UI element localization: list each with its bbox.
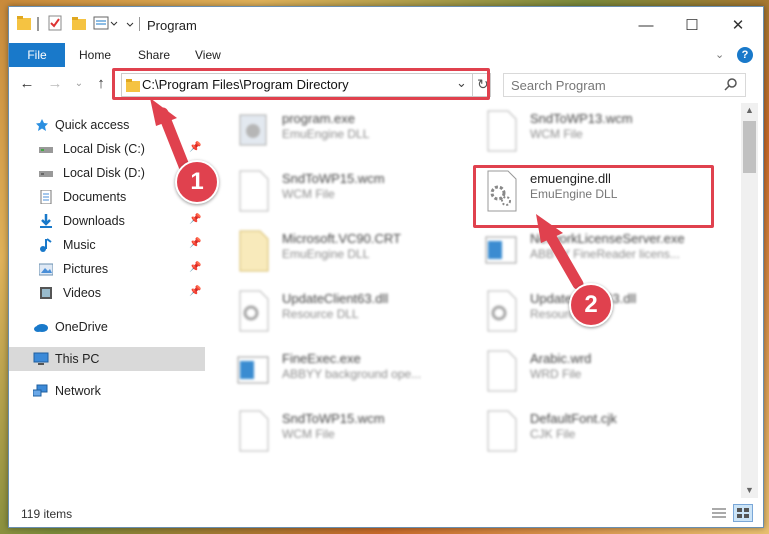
arrow-1-head [150,98,177,126]
arrows-overlay [150,98,584,290]
step-badge-1: 1 [175,160,219,204]
arrow-2 [542,226,584,290]
arrow-2-head [536,214,563,243]
step-badge-2: 2 [569,283,613,327]
